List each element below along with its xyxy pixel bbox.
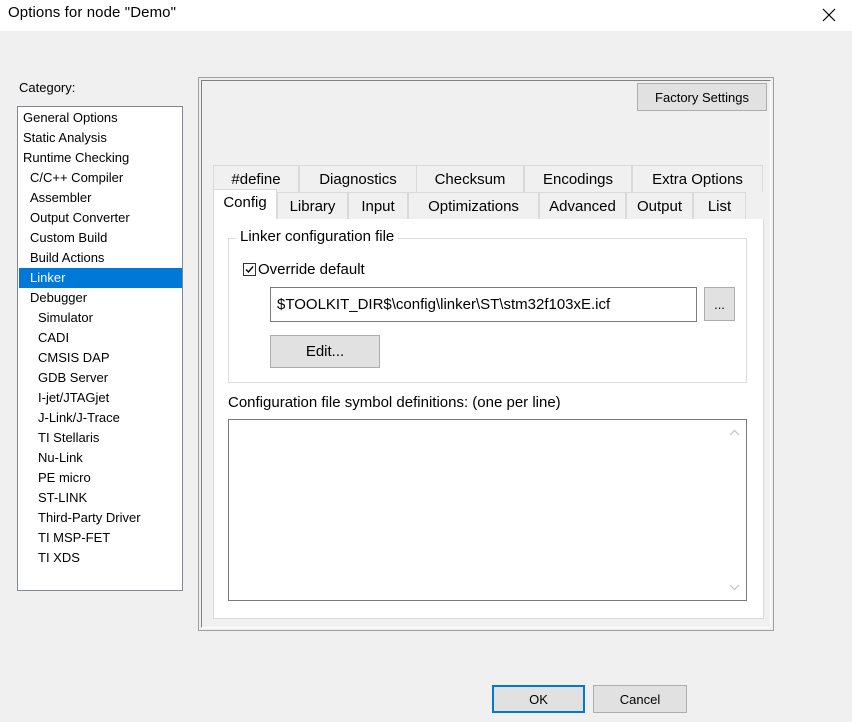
ok-button[interactable]: OK (492, 685, 585, 713)
category-item[interactable]: GDB Server (19, 368, 182, 388)
category-item[interactable]: Simulator (19, 308, 182, 328)
symbol-definitions-textarea[interactable] (228, 419, 747, 601)
category-item[interactable]: Debugger (19, 288, 182, 308)
category-label: Category: (19, 80, 76, 95)
category-item[interactable]: Static Analysis (19, 128, 182, 148)
cancel-button[interactable]: Cancel (593, 685, 687, 713)
tab[interactable]: Config (213, 189, 277, 219)
tab[interactable]: List (693, 192, 746, 219)
tab[interactable]: Extra Options (632, 165, 763, 192)
override-default-label[interactable]: Override default (258, 261, 365, 278)
category-item[interactable]: Linker (19, 268, 182, 288)
factory-settings-button[interactable]: Factory Settings (637, 83, 767, 111)
checkmark-icon (245, 266, 254, 274)
category-list[interactable]: General Options Static Analysis Runtime Ch… (17, 106, 183, 591)
tab[interactable]: Input (348, 192, 408, 219)
linker-config-group-title: Linker configuration file (236, 228, 399, 245)
tab[interactable]: Advanced (539, 192, 626, 219)
category-item[interactable]: Runtime Checking (19, 148, 182, 168)
close-icon (822, 8, 836, 22)
scroll-down-icon[interactable] (729, 582, 740, 592)
category-item[interactable]: CADI (19, 328, 182, 348)
category-item[interactable]: I-jet/JTAGjet (19, 388, 182, 408)
category-item[interactable]: ST-LINK (19, 488, 182, 508)
symbol-definitions-label: Configuration file symbol definitions: (… (228, 394, 561, 411)
category-item[interactable]: General Options (19, 108, 182, 128)
linker-config-path-input[interactable] (270, 287, 697, 322)
category-item[interactable]: Third-Party Driver (19, 508, 182, 528)
close-button[interactable] (806, 0, 852, 30)
category-item[interactable]: Custom Build (19, 228, 182, 248)
category-item[interactable]: TI MSP-FET (19, 528, 182, 548)
browse-button[interactable]: ... (704, 287, 735, 321)
tab[interactable]: Checksum (416, 165, 524, 192)
category-item[interactable]: CMSIS DAP (19, 348, 182, 368)
title-bar: Options for node "Demo" (0, 0, 852, 31)
tab[interactable]: #define (213, 165, 299, 192)
category-item[interactable]: TI XDS (19, 548, 182, 568)
tab[interactable]: Library (277, 192, 348, 219)
tab[interactable]: Diagnostics (299, 165, 417, 192)
category-item[interactable]: Assembler (19, 188, 182, 208)
tab[interactable]: Optimizations (408, 192, 539, 219)
scroll-up-icon[interactable] (729, 428, 740, 438)
override-default-checkbox[interactable] (243, 263, 256, 276)
category-item[interactable]: C/C++ Compiler (19, 168, 182, 188)
category-item[interactable]: TI Stellaris (19, 428, 182, 448)
tab[interactable]: Output (626, 192, 693, 219)
category-item[interactable]: PE micro (19, 468, 182, 488)
category-item[interactable]: Build Actions (19, 248, 182, 268)
window-title: Options for node "Demo" (8, 4, 177, 21)
category-item[interactable]: J-Link/J-Trace (19, 408, 182, 428)
edit-button[interactable]: Edit... (270, 335, 380, 368)
category-item[interactable]: Nu-Link (19, 448, 182, 468)
tab[interactable]: Encodings (524, 165, 632, 192)
category-item[interactable]: Output Converter (19, 208, 182, 228)
